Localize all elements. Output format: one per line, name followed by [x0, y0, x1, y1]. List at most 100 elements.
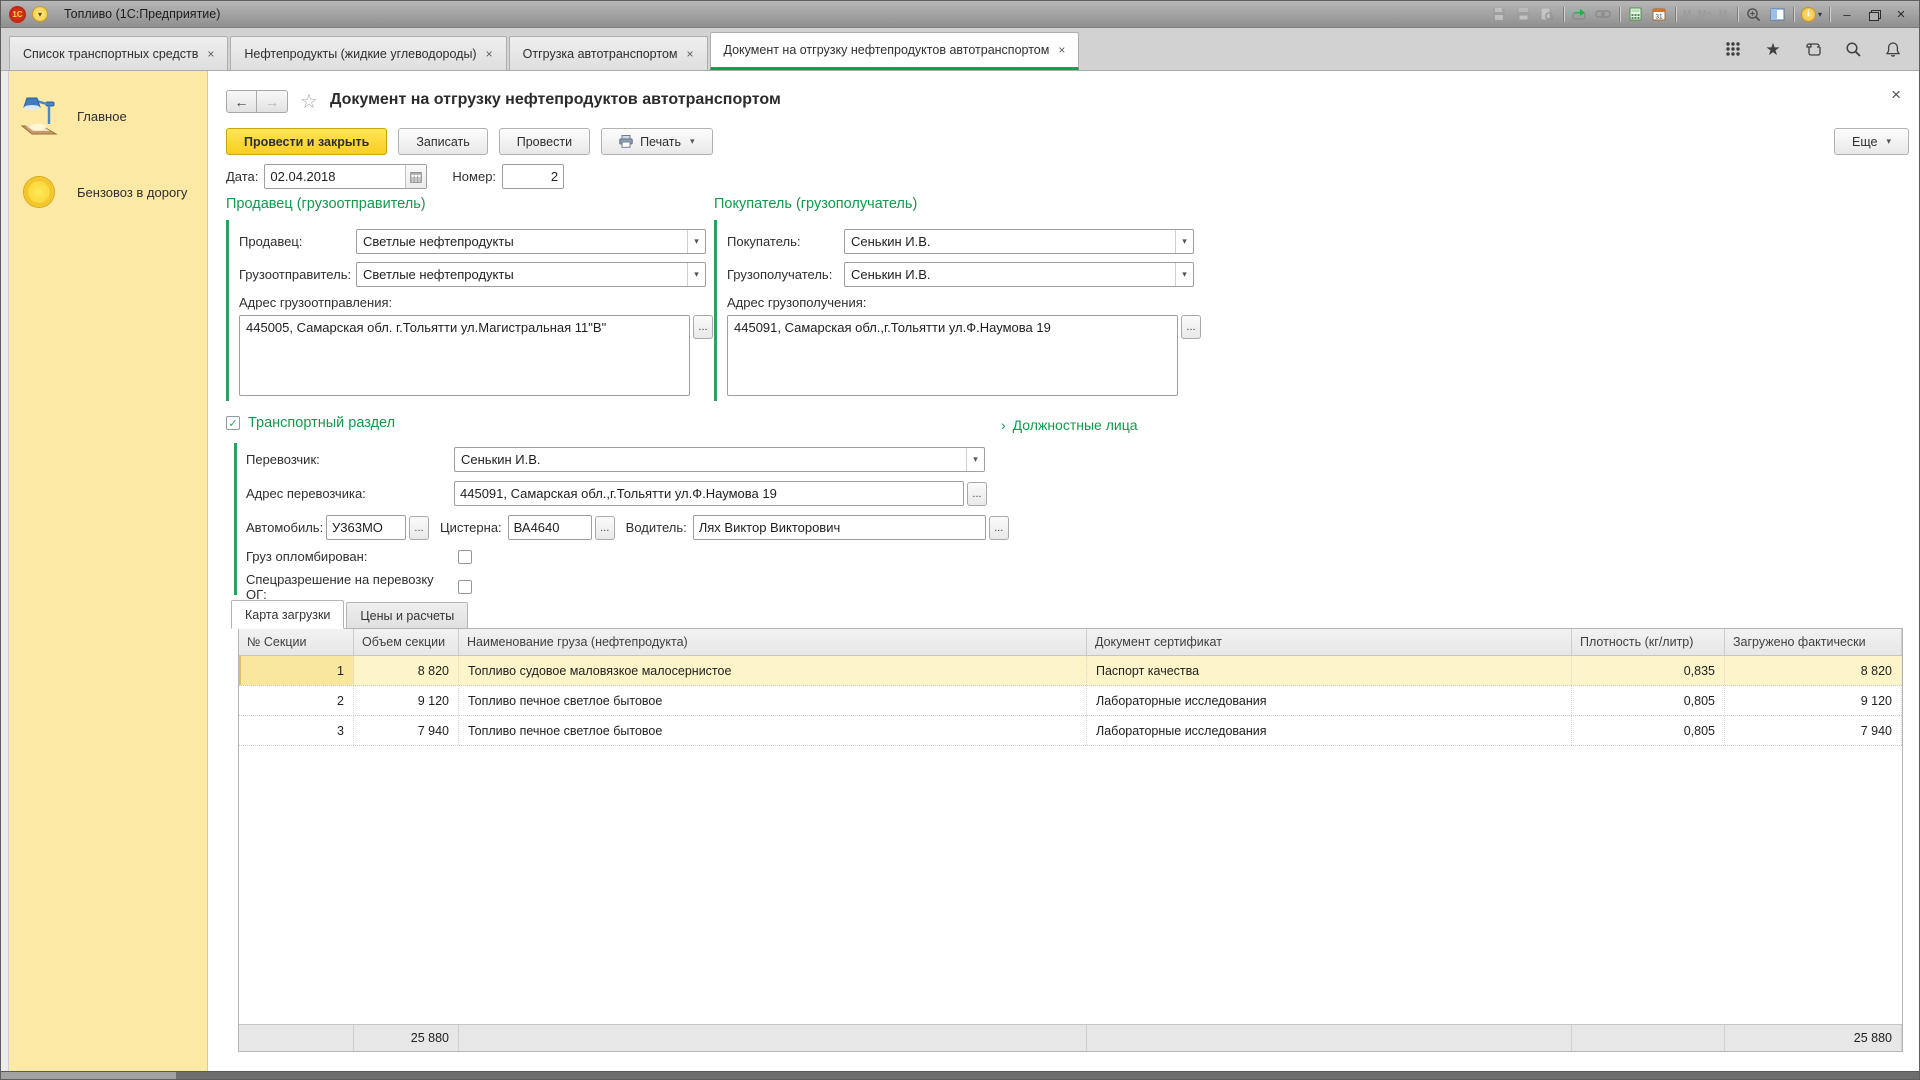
go-link-icon[interactable] — [1595, 6, 1612, 22]
calculator-icon[interactable] — [1627, 6, 1644, 22]
tab-close-icon[interactable]: × — [207, 47, 214, 61]
cell-certificate[interactable]: Лабораторные исследования — [1087, 716, 1572, 745]
column-header[interactable]: Наименование груза (нефтепродукта) — [459, 629, 1087, 655]
carrier-address-picker-button[interactable]: ... — [967, 482, 987, 506]
number-input[interactable] — [503, 169, 563, 184]
cell-volume[interactable]: 9 120 — [354, 686, 459, 715]
chevron-down-icon[interactable]: ▾ — [1175, 263, 1193, 286]
tab-close-icon[interactable]: × — [486, 47, 493, 61]
cell-cargo[interactable]: Топливо печное светлое бытовое — [459, 716, 1087, 745]
carrier-combo[interactable]: Сенькин И.В. ▾ — [454, 447, 985, 472]
memory-subtract-button[interactable]: M- — [1719, 8, 1730, 20]
address-picker-button[interactable]: ... — [1181, 315, 1201, 339]
column-header[interactable]: Документ сертификат — [1087, 629, 1572, 655]
tab-shipment-document[interactable]: Документ на отгрузку нефтепродуктов авто… — [710, 32, 1080, 70]
sidebar-item-main[interactable]: Главное — [11, 87, 201, 145]
cell-section[interactable]: 1 — [239, 656, 354, 685]
column-header[interactable]: Объем секции — [354, 629, 459, 655]
tab-prices[interactable]: Цены и расчеты — [346, 602, 468, 629]
service-info-button[interactable]: i ▾ — [1801, 7, 1822, 22]
cell-cargo[interactable]: Топливо судовое маловязкое малосернистое — [459, 656, 1087, 685]
tab-oil-products[interactable]: Нефтепродукты (жидкие углеводороды) × — [230, 36, 506, 70]
post-and-close-button[interactable]: Провести и закрыть — [226, 128, 387, 155]
main-menu-button[interactable]: ▾ — [32, 6, 48, 22]
shipper-combo[interactable]: Светлые нефтепродукты ▾ — [356, 262, 706, 287]
restore-button[interactable] — [1864, 7, 1884, 22]
table-row[interactable]: 3 7 940 Топливо печное светлое бытовое Л… — [239, 716, 1902, 746]
favorites-star-icon[interactable]: ★ — [1763, 39, 1783, 59]
all-functions-grid-icon[interactable] — [1723, 39, 1743, 59]
forward-button[interactable]: → — [257, 90, 288, 113]
write-button[interactable]: Записать — [398, 128, 487, 155]
form-close-icon[interactable]: × — [1891, 85, 1901, 105]
consignee-combo[interactable]: Сенькин И.В. ▾ — [844, 262, 1194, 287]
table-row[interactable]: 1 8 820 Топливо судовое маловязкое малос… — [239, 656, 1902, 686]
ship-from-address-input[interactable]: 445005, Самарская обл. г.Тольятти ул.Маг… — [239, 315, 690, 396]
buyer-combo[interactable]: Сенькин И.В. ▾ — [844, 229, 1194, 254]
cell-volume[interactable]: 7 940 — [354, 716, 459, 745]
officials-expander[interactable]: › Должностные лица — [1001, 417, 1138, 433]
print-button[interactable]: Печать ▾ — [601, 128, 712, 155]
column-header[interactable]: Плотность (кг/литр) — [1572, 629, 1725, 655]
tab-vehicle-list[interactable]: Список транспортных средств × — [9, 36, 228, 70]
vehicle-input[interactable] — [327, 520, 405, 535]
notifications-bell-icon[interactable] — [1883, 39, 1903, 59]
back-button[interactable]: ← — [226, 90, 257, 113]
tank-input[interactable] — [509, 520, 591, 535]
ship-to-address-input[interactable]: 445091, Самарская обл.,г.Тольятти ул.Ф.Н… — [727, 315, 1178, 396]
chevron-down-icon[interactable]: ▾ — [966, 448, 984, 471]
cell-density[interactable]: 0,805 — [1572, 686, 1725, 715]
column-header[interactable]: Загружено фактически — [1725, 629, 1902, 655]
date-input[interactable] — [265, 169, 405, 184]
cell-density[interactable]: 0,835 — [1572, 656, 1725, 685]
cargo-sealed-checkbox[interactable] — [458, 550, 472, 564]
cell-certificate[interactable]: Лабораторные исследования — [1087, 686, 1572, 715]
get-link-icon[interactable] — [1571, 6, 1588, 22]
chevron-down-icon[interactable]: ▾ — [1175, 230, 1193, 253]
tab-load-map[interactable]: Карта загрузки — [231, 600, 344, 629]
transport-checkbox[interactable]: ✓ — [226, 416, 240, 430]
table-row[interactable]: 2 9 120 Топливо печное светлое бытовое Л… — [239, 686, 1902, 716]
address-picker-button[interactable]: ... — [693, 315, 713, 339]
chevron-down-icon[interactable]: ▾ — [687, 230, 705, 253]
tab-close-icon[interactable]: × — [1058, 43, 1065, 57]
more-button[interactable]: Еще ▾ — [1834, 128, 1909, 155]
tab-truck-shipment[interactable]: Отгрузка автотранспортом × — [509, 36, 708, 70]
special-permit-checkbox[interactable] — [458, 580, 472, 594]
memory-recall-button[interactable]: M — [1683, 8, 1691, 20]
cell-section[interactable]: 3 — [239, 716, 354, 745]
post-button[interactable]: Провести — [499, 128, 590, 155]
cell-volume[interactable]: 8 820 — [354, 656, 459, 685]
tank-picker-button[interactable]: ... — [595, 516, 615, 540]
print-preview-icon[interactable] — [1539, 6, 1556, 22]
transport-section-toggle[interactable]: ✓ Транспортный раздел — [226, 415, 395, 431]
cell-density[interactable]: 0,805 — [1572, 716, 1725, 745]
close-window-button[interactable]: × — [1891, 6, 1911, 23]
cell-section[interactable]: 2 — [239, 686, 354, 715]
chevron-down-icon[interactable]: ▾ — [687, 263, 705, 286]
split-window-icon[interactable] — [1769, 6, 1786, 22]
tab-close-icon[interactable]: × — [686, 47, 693, 61]
cell-cargo[interactable]: Топливо печное светлое бытовое — [459, 686, 1087, 715]
driver-input[interactable] — [694, 520, 985, 535]
calendar-icon[interactable]: 31 — [1651, 6, 1668, 22]
print-icon[interactable] — [1515, 6, 1532, 22]
favorite-star-icon[interactable]: ☆ — [300, 89, 318, 114]
zoom-icon[interactable] — [1745, 6, 1762, 22]
cell-loaded[interactable]: 8 820 — [1725, 656, 1902, 685]
minimize-button[interactable]: – — [1837, 7, 1857, 22]
history-scroll-icon[interactable] — [1803, 39, 1823, 59]
cell-loaded[interactable]: 9 120 — [1725, 686, 1902, 715]
driver-picker-button[interactable]: ... — [989, 516, 1009, 540]
search-icon[interactable] — [1843, 39, 1863, 59]
calendar-picker-icon[interactable] — [405, 165, 426, 188]
carrier-address-input[interactable] — [455, 486, 963, 501]
sidebar-item-benzovoz[interactable]: Бензовоз в дорогу — [11, 169, 201, 215]
cell-certificate[interactable]: Паспорт качества — [1087, 656, 1572, 685]
save-icon[interactable] — [1491, 6, 1508, 22]
cell-loaded[interactable]: 7 940 — [1725, 716, 1902, 745]
vehicle-picker-button[interactable]: ... — [409, 516, 429, 540]
column-header[interactable]: № Секции — [239, 629, 354, 655]
memory-add-button[interactable]: M+ — [1698, 8, 1712, 20]
seller-combo[interactable]: Светлые нефтепродукты ▾ — [356, 229, 706, 254]
